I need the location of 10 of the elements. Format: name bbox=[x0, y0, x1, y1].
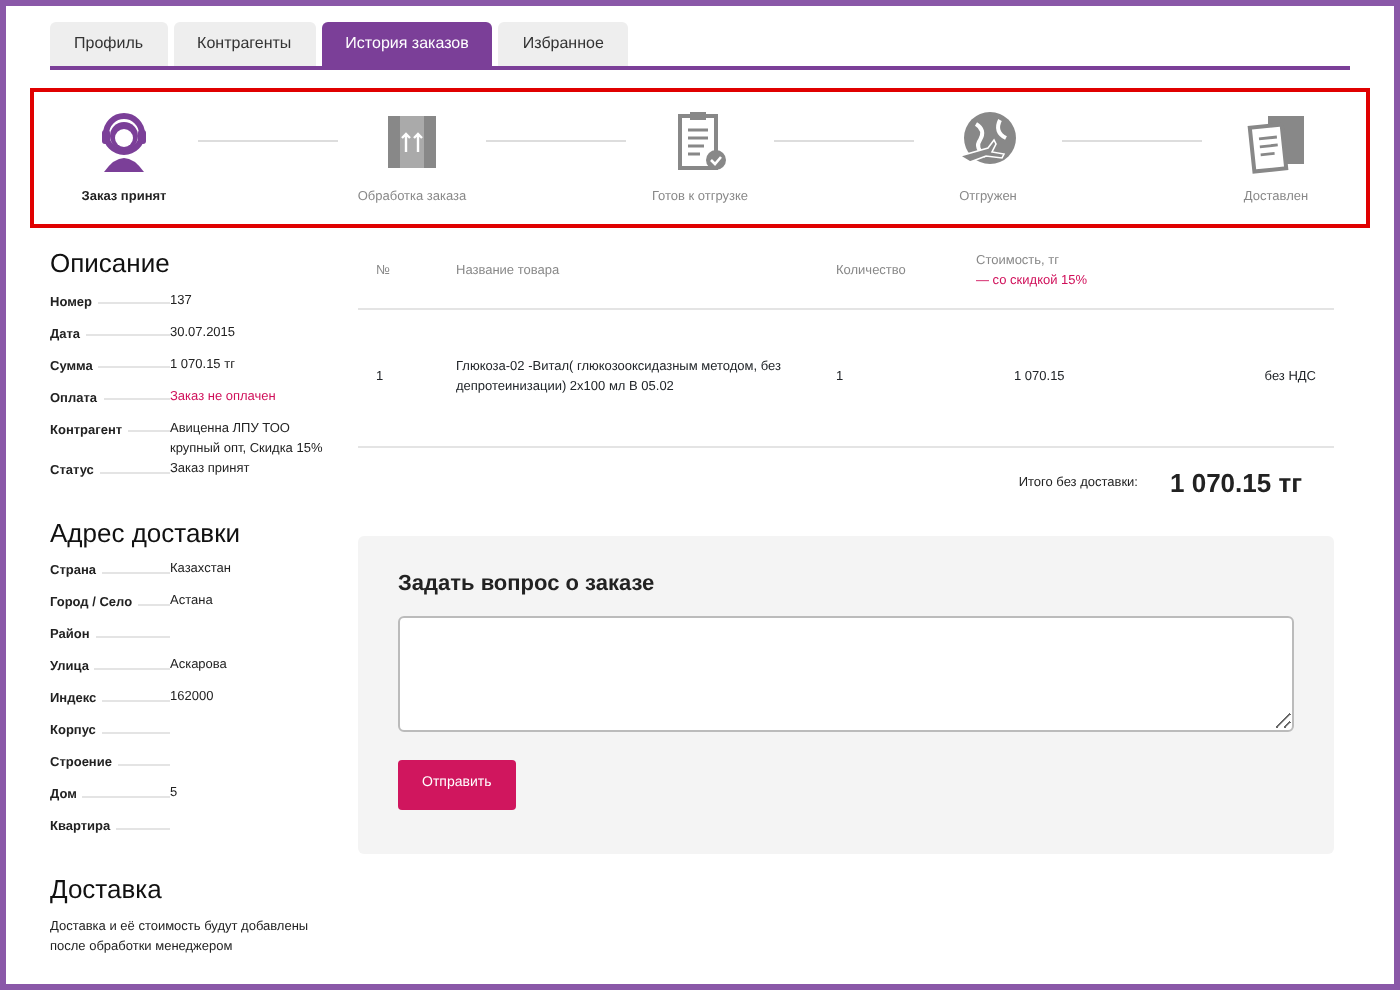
tab[interactable]: История заказов bbox=[321, 22, 493, 66]
section-heading: Адрес доставки bbox=[50, 515, 243, 552]
tab[interactable]: Избранное bbox=[498, 22, 628, 66]
total-amount: 1 070.15 тг bbox=[1170, 466, 1302, 503]
question-title: Задать вопрос о заказе bbox=[398, 569, 657, 600]
question-field[interactable] bbox=[398, 616, 1294, 733]
section-heading: Доставка bbox=[50, 872, 164, 909]
section-heading: Описание bbox=[50, 246, 172, 282]
tab[interactable]: Контрагенты bbox=[173, 22, 316, 66]
tab[interactable]: Профиль bbox=[50, 22, 168, 66]
